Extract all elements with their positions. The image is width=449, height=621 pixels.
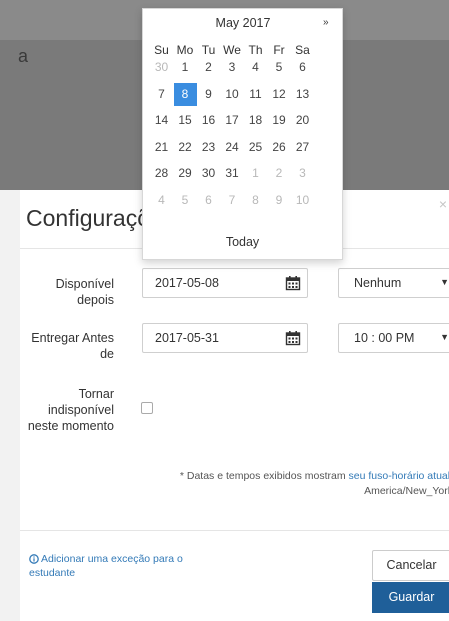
calendar-day[interactable]: 29: [174, 162, 197, 185]
due-before-time-value: 10 : 00 PM: [354, 331, 415, 345]
calendar-day[interactable]: 7: [150, 83, 173, 106]
calendar-day[interactable]: 13: [291, 83, 314, 106]
available-after-time-value: Nenhum: [354, 276, 402, 290]
calendar-day[interactable]: 18: [244, 109, 267, 132]
timezone-note-text: * Datas e tempos exibidos mostram: [179, 470, 349, 482]
calendar-day[interactable]: 19: [268, 109, 291, 132]
calendar-icon[interactable]: [285, 330, 301, 346]
calendar-day[interactable]: 6: [197, 189, 220, 212]
calendar-day[interactable]: 23: [197, 136, 220, 159]
due-before-date-value: 2017-05-31: [155, 331, 219, 345]
calendar-day[interactable]: 21: [150, 136, 173, 159]
footer-divider: [20, 530, 449, 531]
add-exception-link[interactable]: Adicionar uma exceção para o estudante: [29, 552, 229, 580]
timezone-note: * Datas e tempos exibidos mostram seu fu…: [108, 469, 449, 499]
calendar-day[interactable]: 3: [291, 162, 314, 185]
calendar-day[interactable]: 16: [197, 109, 220, 132]
calendar-day[interactable]: 26: [268, 136, 291, 159]
calendar-day[interactable]: 22: [174, 136, 197, 159]
calendar-day[interactable]: 30: [150, 56, 173, 79]
save-button[interactable]: Guardar: [372, 582, 449, 613]
available-after-label: Disponível depois: [55, 277, 114, 307]
background-text: a: [18, 46, 29, 66]
due-before-date-input[interactable]: 2017-05-31: [142, 323, 308, 353]
calendar-day[interactable]: 9: [268, 189, 291, 212]
available-after-time-select[interactable]: Nenhum ▼: [338, 268, 449, 298]
calendar-day[interactable]: 7: [221, 189, 244, 212]
close-icon[interactable]: ×: [439, 196, 447, 212]
datepicker-header: May 2017 »: [143, 9, 342, 37]
calendar-day[interactable]: 27: [291, 136, 314, 159]
calendar-day[interactable]: 20: [291, 109, 314, 132]
info-circle-icon: [29, 554, 39, 564]
timezone-link[interactable]: seu fuso-horário atual:: [349, 470, 449, 482]
calendar-day[interactable]: 2: [268, 162, 291, 185]
modal-side-margin: [0, 190, 20, 621]
calendar-day[interactable]: 8: [173, 82, 197, 106]
add-exception-label: Adicionar uma exceção para o estudante: [29, 553, 183, 579]
available-after-date-input[interactable]: 2017-05-08: [142, 268, 308, 298]
calendar-day[interactable]: 4: [150, 189, 173, 212]
calendar-day[interactable]: 3: [221, 56, 244, 79]
calendar-day[interactable]: 2: [197, 56, 220, 79]
datepicker-month-label[interactable]: May 2017: [183, 16, 303, 30]
datepicker-popup: May 2017 » Su Mo Tu We Th Fr Sa 30 1 2 3 4 5 6 7 8 9 10 11…: [142, 8, 343, 260]
calendar-day[interactable]: 9: [197, 83, 220, 106]
datepicker-next-button[interactable]: »: [323, 17, 329, 28]
due-before-label: Entregar Antes de: [31, 331, 114, 361]
due-before-time-select[interactable]: 10 : 00 PM ▼: [338, 323, 449, 353]
calendar-day[interactable]: 10: [291, 189, 314, 212]
calendar-day[interactable]: 12: [268, 83, 291, 106]
make-unavailable-checkbox[interactable]: [141, 402, 153, 414]
caret-down-icon: ▼: [440, 277, 449, 287]
calendar-day[interactable]: 8: [244, 189, 267, 212]
calendar-day[interactable]: 17: [221, 109, 244, 132]
timezone-name: America/New_York: [364, 485, 449, 497]
calendar-day[interactable]: 31: [221, 162, 244, 185]
calendar-day[interactable]: 1: [244, 162, 267, 185]
calendar-day[interactable]: 11: [244, 83, 267, 106]
available-after-date-value: 2017-05-08: [155, 276, 219, 290]
calendar-icon[interactable]: [285, 275, 301, 291]
calendar-day[interactable]: 15: [174, 109, 197, 132]
cancel-button[interactable]: Cancelar: [372, 550, 449, 581]
modal-title: Configurações: [26, 205, 156, 231]
make-unavailable-label: Tornar indisponível neste momento: [27, 387, 114, 433]
calendar-day[interactable]: 24: [221, 136, 244, 159]
calendar-day[interactable]: 10: [221, 83, 244, 106]
calendar-day[interactable]: 28: [150, 162, 173, 185]
caret-down-icon: ▼: [440, 332, 449, 342]
calendar-day[interactable]: 25: [244, 136, 267, 159]
calendar-day[interactable]: 1: [174, 56, 197, 79]
calendar-day[interactable]: 30: [197, 162, 220, 185]
datepicker-today-button[interactable]: Today: [143, 235, 342, 249]
calendar-day[interactable]: 14: [150, 109, 173, 132]
calendar-day[interactable]: 5: [174, 189, 197, 212]
calendar-day[interactable]: 4: [244, 56, 267, 79]
calendar-day[interactable]: 5: [268, 56, 291, 79]
calendar-day[interactable]: 6: [291, 56, 314, 79]
